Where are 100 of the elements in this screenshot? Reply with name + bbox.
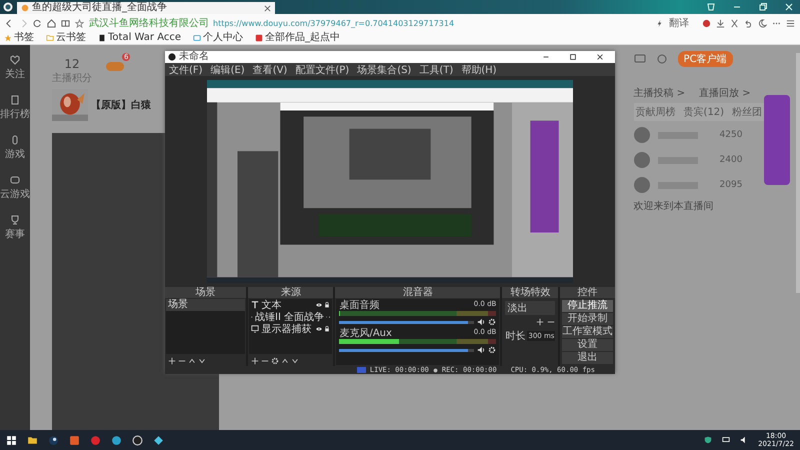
shirt-icon[interactable]: [706, 2, 716, 12]
menu-item[interactable]: 场景集合(S): [357, 62, 412, 76]
live-icon: [356, 367, 366, 374]
control-button[interactable]: 工作室模式: [562, 326, 613, 338]
browser-tab[interactable]: 鱼的超级大司徒直播_全面战争: [17, 2, 275, 14]
source-item[interactable]: 战锤II 全面战争: [249, 311, 332, 324]
dock-title: 场景: [165, 287, 246, 298]
add-icon[interactable]: [536, 318, 544, 326]
sidebar-item[interactable]: 排行榜: [0, 95, 30, 121]
chat-message: 欢迎来到本直播间: [634, 200, 715, 213]
menu-item[interactable]: 编辑(E): [210, 62, 245, 76]
star-icon: [4, 34, 12, 42]
speaker-icon[interactable]: [477, 346, 486, 354]
bookmark-item[interactable]: 书签: [4, 32, 34, 44]
avatar-icon: [634, 152, 650, 168]
download-icon[interactable]: [716, 18, 725, 28]
sidebar-item[interactable]: 赛事: [5, 215, 25, 241]
menu-item[interactable]: 查看(V): [252, 62, 288, 76]
app-icon[interactable]: [132, 434, 143, 446]
restore-icon[interactable]: [758, 2, 768, 12]
control-button[interactable]: 开始录制: [562, 313, 613, 326]
stat-value: 12: [64, 57, 80, 71]
bookmark-item[interactable]: 全部作品_起点中: [255, 32, 340, 44]
maximize-icon[interactable]: [569, 53, 577, 61]
add-icon[interactable]: [168, 356, 176, 365]
control-button[interactable]: 停止推流: [562, 300, 613, 312]
undo-icon[interactable]: [744, 18, 753, 28]
steam-icon[interactable]: [48, 434, 59, 446]
sidebar-item[interactable]: 云游戏: [0, 175, 30, 201]
dock-title: 控件: [560, 287, 615, 298]
app-icon[interactable]: [69, 434, 80, 446]
more-icon[interactable]: [656, 54, 668, 64]
scene-item[interactable]: 场景: [166, 299, 246, 312]
menu-item[interactable]: 配置文件(P): [295, 62, 350, 76]
control-button[interactable]: 退出: [562, 352, 613, 364]
rank-score: 4250: [720, 130, 742, 140]
avatar-icon: [634, 177, 650, 193]
volume-slider[interactable]: [339, 348, 474, 352]
sidebar-item[interactable]: 游戏: [5, 135, 25, 161]
up-icon[interactable]: [188, 356, 196, 365]
menu-item[interactable]: 工具(T): [419, 62, 454, 76]
bookmark-item[interactable]: 云书签: [46, 32, 86, 44]
menu-item[interactable]: 帮助(H): [461, 62, 497, 76]
home-icon[interactable]: [47, 18, 56, 28]
lightning-icon[interactable]: [655, 18, 664, 28]
scrollbar[interactable]: [796, 53, 800, 293]
dock-title: 混音器: [335, 287, 500, 298]
settings-icon[interactable]: [488, 318, 496, 326]
link[interactable]: 主播投稿 >: [634, 86, 686, 100]
trophy-icon: [10, 215, 20, 225]
book-icon: [10, 95, 20, 105]
scissors-icon[interactable]: [730, 18, 739, 28]
down-icon[interactable]: [198, 356, 206, 365]
link[interactable]: 直播回放 >: [699, 86, 751, 100]
close-icon[interactable]: [264, 4, 271, 12]
app-icon[interactable]: [153, 434, 164, 446]
control-button[interactable]: 设置: [562, 339, 613, 352]
rank-score: 2400: [720, 155, 742, 165]
text-icon: [251, 301, 260, 310]
network-icon[interactable]: [722, 436, 730, 444]
dock-title: 转场特效: [502, 287, 558, 298]
reload-icon[interactable]: [33, 18, 42, 28]
avatar-icon[interactable]: [702, 18, 711, 28]
app-logo-icon: [168, 53, 176, 61]
speaker-icon[interactable]: [477, 318, 486, 326]
folder-icon[interactable]: [27, 434, 38, 446]
source-item[interactable]: 文本: [249, 299, 332, 312]
bookmark-item[interactable]: 个人中心: [193, 32, 244, 44]
video-icon[interactable]: [634, 54, 646, 64]
shield-icon[interactable]: [704, 436, 712, 444]
windows-icon[interactable]: [6, 434, 17, 446]
client-button[interactable]: PC客户端: [678, 51, 733, 67]
avatar-icon: [634, 127, 650, 143]
close-icon[interactable]: [596, 53, 604, 61]
folder-icon: [46, 34, 54, 42]
shield-icon: [10, 55, 20, 65]
bookmark-item[interactable]: Total War Acce: [98, 32, 182, 44]
room-title: 【原版】白猿: [91, 98, 151, 112]
up-icon[interactable]: [281, 356, 290, 365]
browser-icon[interactable]: [111, 434, 122, 446]
source-item[interactable]: 显示器捕获: [249, 323, 332, 336]
translate-link[interactable]: 翻译: [669, 16, 689, 30]
channel-name: 桌面音频: [339, 300, 380, 312]
book-icon: [255, 34, 264, 42]
sidebar-item[interactable]: 关注: [5, 55, 25, 81]
settings-icon[interactable]: [488, 346, 496, 354]
volume-slider[interactable]: [339, 320, 474, 324]
rank-score: 2095: [720, 180, 742, 190]
toggle-icon[interactable]: [106, 62, 124, 71]
transition-dropdown[interactable]: 淡出: [505, 301, 556, 316]
down-icon[interactable]: [291, 356, 300, 365]
menu-icon[interactable]: [786, 18, 795, 28]
dock-title: 来源: [248, 287, 334, 298]
star-icon[interactable]: [75, 18, 84, 28]
book-icon[interactable]: [61, 18, 70, 28]
moon-icon[interactable]: [758, 18, 767, 28]
menu-item[interactable]: 文件(F): [169, 62, 203, 76]
settings-icon[interactable]: [271, 356, 280, 365]
record-icon: [432, 368, 438, 373]
add-icon[interactable]: [251, 356, 260, 365]
